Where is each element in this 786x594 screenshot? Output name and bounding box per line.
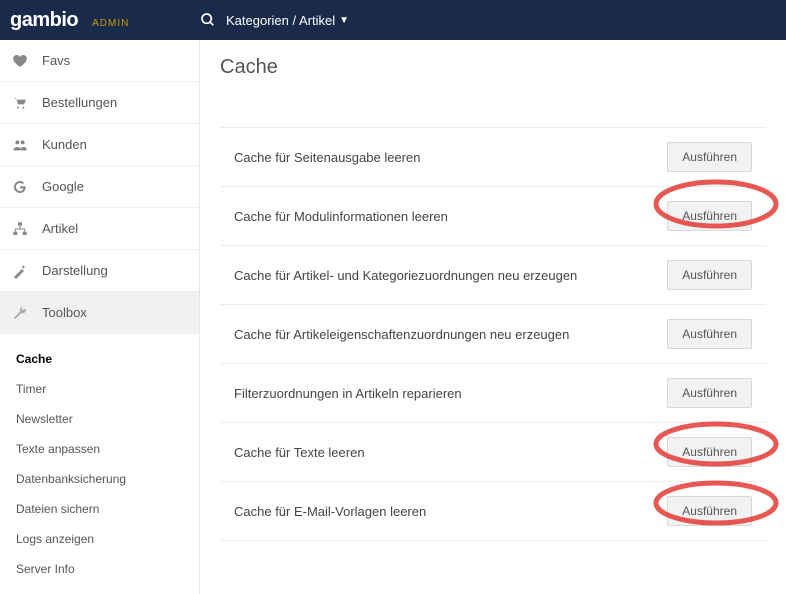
nav-favs[interactable]: Favs (0, 40, 199, 82)
wrench-icon (12, 305, 28, 321)
subnav-logs[interactable]: Logs anzeigen (0, 524, 199, 554)
page-title: Cache (220, 56, 766, 79)
subnav-newsletter[interactable]: Newsletter (0, 404, 199, 434)
magic-icon (12, 263, 28, 279)
nav-google[interactable]: Google (0, 166, 199, 208)
subnav-files[interactable]: Dateien sichern (0, 494, 199, 524)
execute-button[interactable]: Ausführen (667, 319, 752, 349)
nav-label: Bestellungen (42, 95, 117, 110)
execute-button[interactable]: Ausführen (667, 201, 752, 231)
execute-button[interactable]: Ausführen (667, 378, 752, 408)
dropdown-caret-icon: ▼ (339, 15, 349, 26)
nav-orders[interactable]: Bestellungen (0, 82, 199, 124)
nav-label: Artikel (42, 221, 78, 236)
row-label: Cache für E-Mail-Vorlagen leeren (234, 504, 426, 519)
nav-label: Darstellung (42, 263, 108, 278)
sidebar: Favs Bestellungen Kunden Google Artikel … (0, 40, 200, 594)
execute-button[interactable]: Ausführen (667, 496, 752, 526)
users-icon (12, 137, 28, 153)
brand: gambio ADMIN (10, 9, 200, 32)
category-selector-label: Kategorien / Artikel (226, 13, 335, 28)
subnav-timer[interactable]: Timer (0, 374, 199, 404)
subnav-server[interactable]: Server Info (0, 554, 199, 584)
search-icon (200, 12, 216, 28)
topbar: gambio ADMIN Kategorien / Artikel ▼ (0, 0, 786, 40)
nav-label: Toolbox (42, 305, 87, 320)
main-content: Cache Cache für Seitenausgabe leeren Aus… (200, 40, 786, 594)
cache-row-article-categories: Cache für Artikel- und Kategoriezuordnun… (220, 246, 766, 305)
row-label: Cache für Artikel- und Kategoriezuordnun… (234, 268, 577, 283)
google-icon (12, 179, 28, 195)
sitemap-icon (12, 221, 28, 237)
cache-row-texts: Cache für Texte leeren Ausführen (220, 423, 766, 482)
row-label: Filterzuordnungen in Artikeln reparieren (234, 386, 462, 401)
subnav-dbsave[interactable]: Datenbanksicherung (0, 464, 199, 494)
nav-design[interactable]: Darstellung (0, 250, 199, 292)
execute-button[interactable]: Ausführen (667, 437, 752, 467)
brand-logo: gambio (10, 9, 78, 32)
heart-icon (12, 53, 28, 69)
brand-admin: ADMIN (92, 18, 129, 29)
nav-label: Favs (42, 53, 70, 68)
nav-label: Kunden (42, 137, 87, 152)
row-label: Cache für Artikeleigenschaftenzuordnunge… (234, 327, 569, 342)
nav-customers[interactable]: Kunden (0, 124, 199, 166)
subnav-cache[interactable]: Cache (0, 344, 199, 374)
nav-label: Google (42, 179, 84, 194)
cache-row-module-info: Cache für Modulinformationen leeren Ausf… (220, 187, 766, 246)
execute-button[interactable]: Ausführen (667, 260, 752, 290)
execute-button[interactable]: Ausführen (667, 142, 752, 172)
cache-row-article-properties: Cache für Artikeleigenschaftenzuordnunge… (220, 305, 766, 364)
row-label: Cache für Texte leeren (234, 445, 365, 460)
nav-articles[interactable]: Artikel (0, 208, 199, 250)
sub-nav: Cache Timer Newsletter Texte anpassen Da… (0, 334, 199, 594)
cart-icon (12, 95, 28, 111)
subnav-texte[interactable]: Texte anpassen (0, 434, 199, 464)
row-label: Cache für Modulinformationen leeren (234, 209, 448, 224)
nav-toolbox[interactable]: Toolbox (0, 292, 199, 334)
category-selector[interactable]: Kategorien / Artikel ▼ (200, 12, 349, 28)
cache-row-email-templates: Cache für E-Mail-Vorlagen leeren Ausführ… (220, 482, 766, 541)
cache-row-page-output: Cache für Seitenausgabe leeren Ausführen (220, 127, 766, 187)
row-label: Cache für Seitenausgabe leeren (234, 150, 420, 165)
cache-row-filter-repair: Filterzuordnungen in Artikeln reparieren… (220, 364, 766, 423)
